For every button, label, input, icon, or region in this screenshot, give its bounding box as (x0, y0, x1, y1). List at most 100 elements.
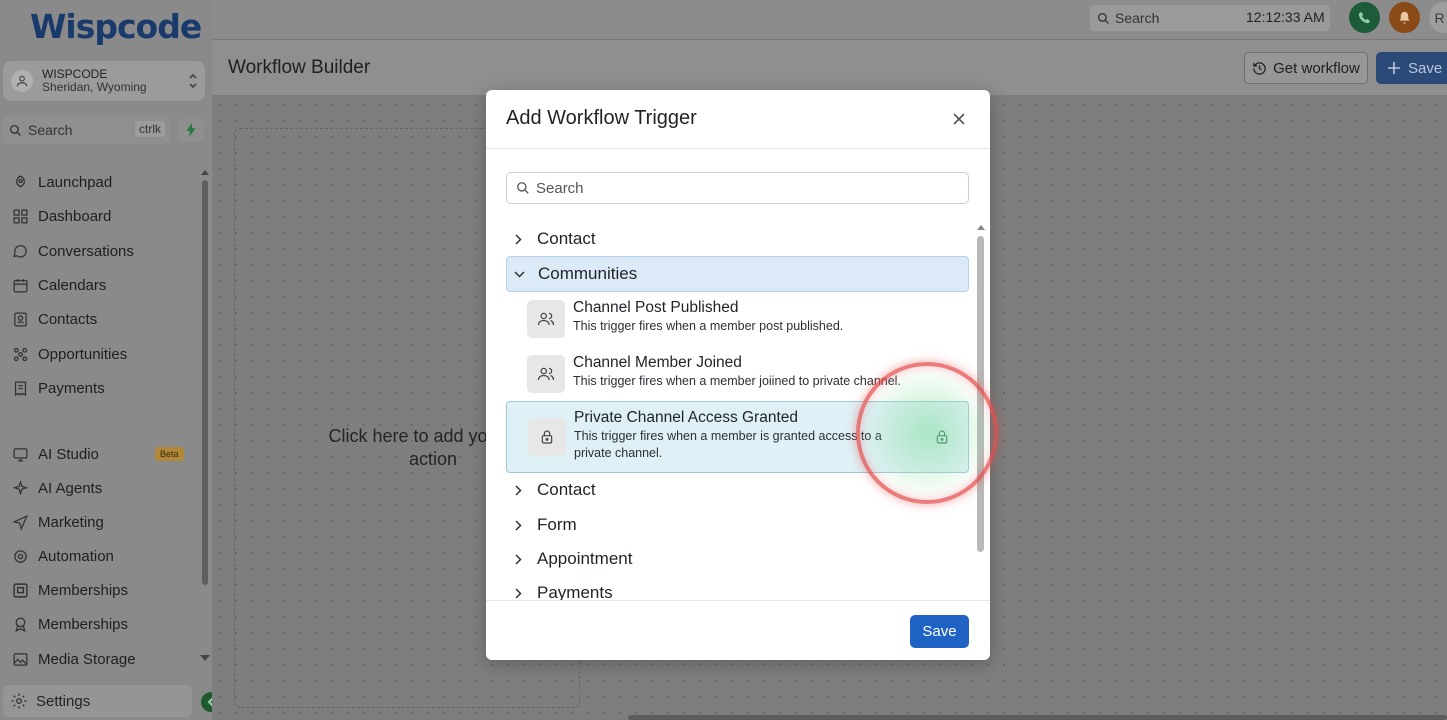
sidebar-item-ai-studio[interactable]: AI Studio (10, 439, 99, 469)
category-contact[interactable]: Contact (506, 222, 969, 256)
sidebar-item-automation[interactable]: Automation (10, 541, 114, 571)
trigger-channel-post-published[interactable]: Channel Post Published This trigger fire… (506, 296, 969, 348)
scroll-up-arrow[interactable] (200, 168, 210, 176)
sidebar-search-placeholder: Search (28, 122, 73, 138)
phone-button[interactable] (1349, 2, 1380, 33)
sidebar-item-dashboard[interactable]: Dashboard (10, 201, 111, 231)
sidebar-item-label: Marketing (38, 513, 104, 531)
sparkle-icon (10, 478, 30, 498)
sidebar-item-media-storage[interactable]: Media Storage (10, 644, 136, 674)
sidebar-item-launchpad[interactable]: Launchpad (10, 167, 112, 197)
sidebar-item-label: Opportunities (38, 345, 128, 363)
search-icon (516, 181, 530, 195)
scroll-down-arrow[interactable] (199, 654, 211, 662)
trigger-list: Contact Communities Channel Post Publish… (486, 222, 990, 600)
sidebar-item-label: Automation (38, 547, 114, 565)
sidebar-item-marketing[interactable]: Marketing (10, 507, 104, 537)
category-label: Payments (537, 583, 613, 600)
category-appointment[interactable]: Appointment (506, 542, 969, 576)
user-icon (11, 70, 33, 92)
scroll-up-arrow[interactable] (976, 224, 986, 231)
beta-badge: Beta (155, 447, 184, 461)
ai-studio-icon (10, 444, 30, 464)
sidebar-item-opportunities[interactable]: Opportunities (10, 339, 127, 369)
modal-footer: Save (486, 600, 990, 660)
phone-icon (1357, 10, 1372, 25)
sidebar-item-label: Launchpad (38, 173, 113, 191)
badge-icon (10, 614, 30, 634)
modal-title: Add Workflow Trigger (506, 107, 697, 129)
avatar[interactable]: R (1429, 2, 1447, 33)
avatar-initial: R (1434, 9, 1445, 26)
plus-icon (1388, 62, 1400, 74)
sidebar: Wispcode WISPCODE Sheridan, Wyoming Sear… (0, 0, 221, 720)
trigger-list-scrollbar[interactable] (977, 236, 984, 552)
sidebar-item-label: Memberships (38, 581, 129, 599)
get-workflow-button[interactable]: Get workflow (1244, 52, 1368, 84)
top-bar: Search 12:12:33 AM R (212, 0, 1447, 40)
category-contact-2[interactable]: Contact (506, 473, 969, 507)
sidebar-item-calendars[interactable]: Calendars (10, 270, 106, 300)
category-label: Contact (537, 480, 596, 499)
search-icon (1097, 12, 1110, 25)
sidebar-item-payments[interactable]: Payments (10, 373, 105, 403)
category-communities[interactable]: Communities (506, 256, 969, 292)
trigger-search-input[interactable] (536, 179, 956, 197)
canvas-horizontal-scrollbar[interactable] (628, 715, 1447, 720)
save-button[interactable]: Save (910, 615, 969, 648)
sidebar-item-label: Media Storage (38, 650, 136, 668)
sidebar-item-label: Memberships (38, 615, 129, 633)
send-icon (10, 512, 30, 532)
category-form[interactable]: Form (506, 508, 969, 542)
search-shortcut-badge: ctrlk (135, 121, 165, 137)
account-switcher[interactable]: WISPCODE Sheridan, Wyoming (3, 61, 205, 101)
chevron-right-icon (512, 484, 524, 496)
contact-card-icon (10, 309, 30, 329)
chevron-right-icon (512, 233, 524, 245)
logo[interactable]: Wispcode (30, 6, 202, 46)
sidebar-scrollbar[interactable] (202, 180, 208, 585)
chevron-right-icon (512, 519, 524, 531)
trigger-title: Channel Post Published (573, 299, 739, 316)
sidebar-item-label: Conversations (38, 242, 134, 260)
sidebar-item-memberships-2[interactable]: Memberships (10, 609, 128, 639)
sidebar-item-ai-agents[interactable]: AI Agents (10, 473, 102, 503)
modal-header: Add Workflow Trigger (486, 90, 990, 149)
sidebar-item-conversations[interactable]: Conversations (10, 236, 134, 266)
search-icon (9, 124, 22, 137)
chat-icon (10, 241, 30, 261)
trigger-private-channel-access-granted[interactable]: Private Channel Access Granted This trig… (506, 401, 969, 473)
account-location: Sheridan, Wyoming (42, 80, 147, 94)
opportunities-icon (10, 344, 30, 364)
sidebar-item-memberships[interactable]: Memberships (10, 575, 128, 605)
save-workflow-label: Save (1408, 59, 1443, 77)
grid-icon (10, 206, 30, 226)
save-workflow-button[interactable]: Save (1376, 52, 1447, 84)
users-icon (527, 355, 565, 393)
page-title: Workflow Builder (228, 57, 371, 78)
trigger-description: This trigger fires when a member is gran… (574, 429, 882, 460)
bell-icon (1397, 10, 1412, 25)
trigger-title: Channel Member Joined (573, 354, 742, 371)
sidebar-search-input[interactable]: Search ctrlk (3, 116, 171, 144)
notifications-button[interactable] (1389, 2, 1420, 33)
category-label: Appointment (537, 549, 633, 568)
category-label: Contact (537, 229, 596, 248)
image-icon (10, 649, 30, 669)
trigger-search-field[interactable] (506, 172, 969, 204)
sidebar-item-settings[interactable]: Settings (3, 685, 192, 717)
global-search-placeholder: Search (1115, 10, 1160, 26)
gear-icon (10, 692, 28, 710)
trigger-channel-member-joined[interactable]: Channel Member Joined This trigger fires… (506, 351, 969, 403)
add-workflow-trigger-modal: Add Workflow Trigger Contact Communities… (486, 90, 990, 660)
close-button[interactable] (950, 110, 968, 128)
trigger-description: This trigger fires when a member post pu… (573, 319, 844, 333)
membership-card-icon (10, 580, 30, 600)
clock: 12:12:33 AM (1246, 9, 1325, 25)
category-payments[interactable]: Payments (506, 576, 969, 600)
quick-action-button[interactable] (178, 118, 204, 142)
lock-icon (934, 428, 950, 446)
chevron-up-down-icon (187, 72, 199, 90)
sidebar-item-label: AI Studio (38, 445, 99, 463)
sidebar-item-contacts[interactable]: Contacts (10, 304, 97, 334)
